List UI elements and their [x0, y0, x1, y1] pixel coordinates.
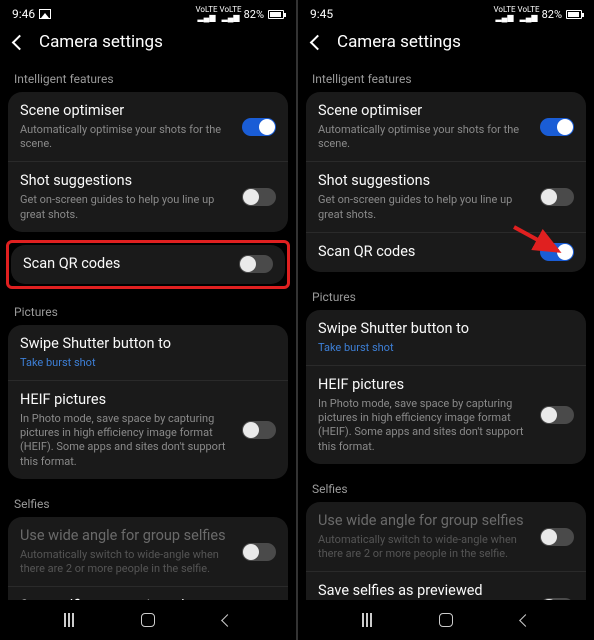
row-sub: Get on-screen guides to help you line up… — [20, 193, 232, 222]
section-intelligent: Intelligent features — [306, 64, 586, 92]
network-icon-2: VoLTE▂▄▆ — [220, 6, 242, 22]
row-title: Use wide angle for group selfies — [318, 512, 530, 531]
row-heif[interactable]: HEIF pictures In Photo mode, save space … — [8, 380, 288, 479]
row-title: Scene optimiser — [20, 102, 232, 121]
pictures-card: Swipe Shutter button to Take burst shot … — [8, 325, 288, 479]
row-title: Swipe Shutter button to — [20, 335, 276, 354]
row-sub: Automatically optimise your shots for th… — [318, 123, 530, 152]
row-sub: Automatically switch to wide-angle when … — [20, 548, 232, 577]
intelligent-card: Scene optimiser Automatically optimise y… — [8, 92, 288, 232]
nav-recents-icon[interactable] — [64, 613, 74, 627]
row-scan-qr[interactable]: Scan QR codes — [306, 232, 586, 272]
row-title: Scan QR codes — [318, 243, 530, 262]
row-title: HEIF pictures — [20, 391, 232, 410]
phone-left: 9:46 VoLTE▂▄▆ VoLTE▂▄▆ 82% Camera settin… — [0, 0, 296, 640]
toggle-scene-optimiser[interactable] — [242, 118, 276, 136]
navbar — [0, 600, 296, 640]
row-sub: In Photo mode, save space by capturing p… — [20, 412, 232, 469]
toggle-scan-qr[interactable] — [540, 243, 574, 261]
row-scene-optimiser[interactable]: Scene optimiser Automatically optimise y… — [306, 92, 586, 161]
header: Camera settings — [298, 24, 594, 64]
nav-home-icon[interactable] — [141, 613, 155, 627]
toggle-wide-angle[interactable] — [242, 543, 276, 561]
battery-percent: 82% — [542, 8, 562, 21]
section-pictures: Pictures — [8, 297, 288, 325]
page-title: Camera settings — [337, 32, 461, 52]
clock: 9:46 — [12, 7, 35, 21]
row-title: Shot suggestions — [318, 172, 530, 191]
settings-scroll[interactable]: Intelligent features Scene optimiser Aut… — [298, 64, 594, 600]
row-title: Shot suggestions — [20, 172, 232, 191]
network-icon: VoLTE▂▄▆ — [494, 6, 516, 22]
row-title: HEIF pictures — [318, 376, 530, 395]
status-bar: 9:46 VoLTE▂▄▆ VoLTE▂▄▆ 82% — [0, 0, 296, 24]
section-pictures: Pictures — [306, 282, 586, 310]
intelligent-card: Scene optimiser Automatically optimise y… — [306, 92, 586, 272]
row-sub: Take burst shot — [20, 356, 276, 370]
toggle-shot-suggestions[interactable] — [242, 188, 276, 206]
row-wide-angle[interactable]: Use wide angle for group selfies Automat… — [306, 502, 586, 571]
row-title: Save selfies as previewed — [318, 582, 530, 600]
settings-scroll[interactable]: Intelligent features Scene optimiser Aut… — [0, 64, 296, 600]
row-title: Scene optimiser — [318, 102, 530, 121]
row-swipe-shutter[interactable]: Swipe Shutter button to Take burst shot — [8, 325, 288, 380]
row-heif[interactable]: HEIF pictures In Photo mode, save space … — [306, 365, 586, 464]
row-save-selfies[interactable]: Save selfies as previewed Save selfies a… — [8, 586, 288, 600]
nav-back-icon[interactable] — [221, 614, 234, 627]
toggle-scan-qr[interactable] — [239, 255, 273, 273]
row-sub: Automatically optimise your shots for th… — [20, 123, 232, 152]
section-selfies: Selfies — [306, 474, 586, 502]
nav-home-icon[interactable] — [439, 613, 453, 627]
nav-recents-icon[interactable] — [362, 613, 372, 627]
phone-right: 9:45 VoLTE▂▄▆ VoLTE▂▄▆ 82% Camera settin… — [298, 0, 594, 640]
back-icon[interactable] — [310, 34, 326, 50]
section-intelligent: Intelligent features — [8, 64, 288, 92]
toggle-shot-suggestions[interactable] — [540, 188, 574, 206]
toggle-heif[interactable] — [540, 406, 574, 424]
selfies-card: Use wide angle for group selfies Automat… — [8, 517, 288, 600]
battery-percent: 82% — [244, 8, 264, 21]
back-icon[interactable] — [12, 34, 28, 50]
row-sub: Get on-screen guides to help you line up… — [318, 193, 530, 222]
toggle-scene-optimiser[interactable] — [540, 118, 574, 136]
pictures-card: Swipe Shutter button to Take burst shot … — [306, 310, 586, 464]
row-save-selfies[interactable]: Save selfies as previewed Save selfies a… — [306, 571, 586, 600]
clock: 9:45 — [310, 7, 333, 21]
row-wide-angle[interactable]: Use wide angle for group selfies Automat… — [8, 517, 288, 586]
toggle-save-selfies[interactable] — [540, 598, 574, 600]
header: Camera settings — [0, 24, 296, 64]
screenshot-icon — [39, 9, 51, 19]
network-icon-2: VoLTE▂▄▆ — [518, 6, 540, 22]
navbar — [298, 600, 594, 640]
row-sub: Automatically switch to wide-angle when … — [318, 533, 530, 562]
status-bar: 9:45 VoLTE▂▄▆ VoLTE▂▄▆ 82% — [298, 0, 594, 24]
nav-back-icon[interactable] — [519, 614, 532, 627]
row-sub: In Photo mode, save space by capturing p… — [318, 397, 530, 454]
row-scan-qr[interactable]: Scan QR codes — [11, 245, 285, 284]
highlight-scan-qr: Scan QR codes — [6, 240, 290, 289]
battery-icon — [268, 10, 284, 19]
battery-icon — [566, 10, 582, 19]
row-title: Scan QR codes — [23, 255, 229, 274]
row-shot-suggestions[interactable]: Shot suggestions Get on-screen guides to… — [306, 161, 586, 231]
network-icon: VoLTE▂▄▆ — [196, 6, 218, 22]
row-sub: Take burst shot — [318, 341, 574, 355]
page-title: Camera settings — [39, 32, 163, 52]
section-selfies: Selfies — [8, 489, 288, 517]
row-swipe-shutter[interactable]: Swipe Shutter button to Take burst shot — [306, 310, 586, 365]
row-scene-optimiser[interactable]: Scene optimiser Automatically optimise y… — [8, 92, 288, 161]
row-title: Swipe Shutter button to — [318, 320, 574, 339]
row-title: Use wide angle for group selfies — [20, 527, 232, 546]
toggle-wide-angle[interactable] — [540, 528, 574, 546]
toggle-heif[interactable] — [242, 421, 276, 439]
selfies-card: Use wide angle for group selfies Automat… — [306, 502, 586, 600]
row-shot-suggestions[interactable]: Shot suggestions Get on-screen guides to… — [8, 161, 288, 231]
